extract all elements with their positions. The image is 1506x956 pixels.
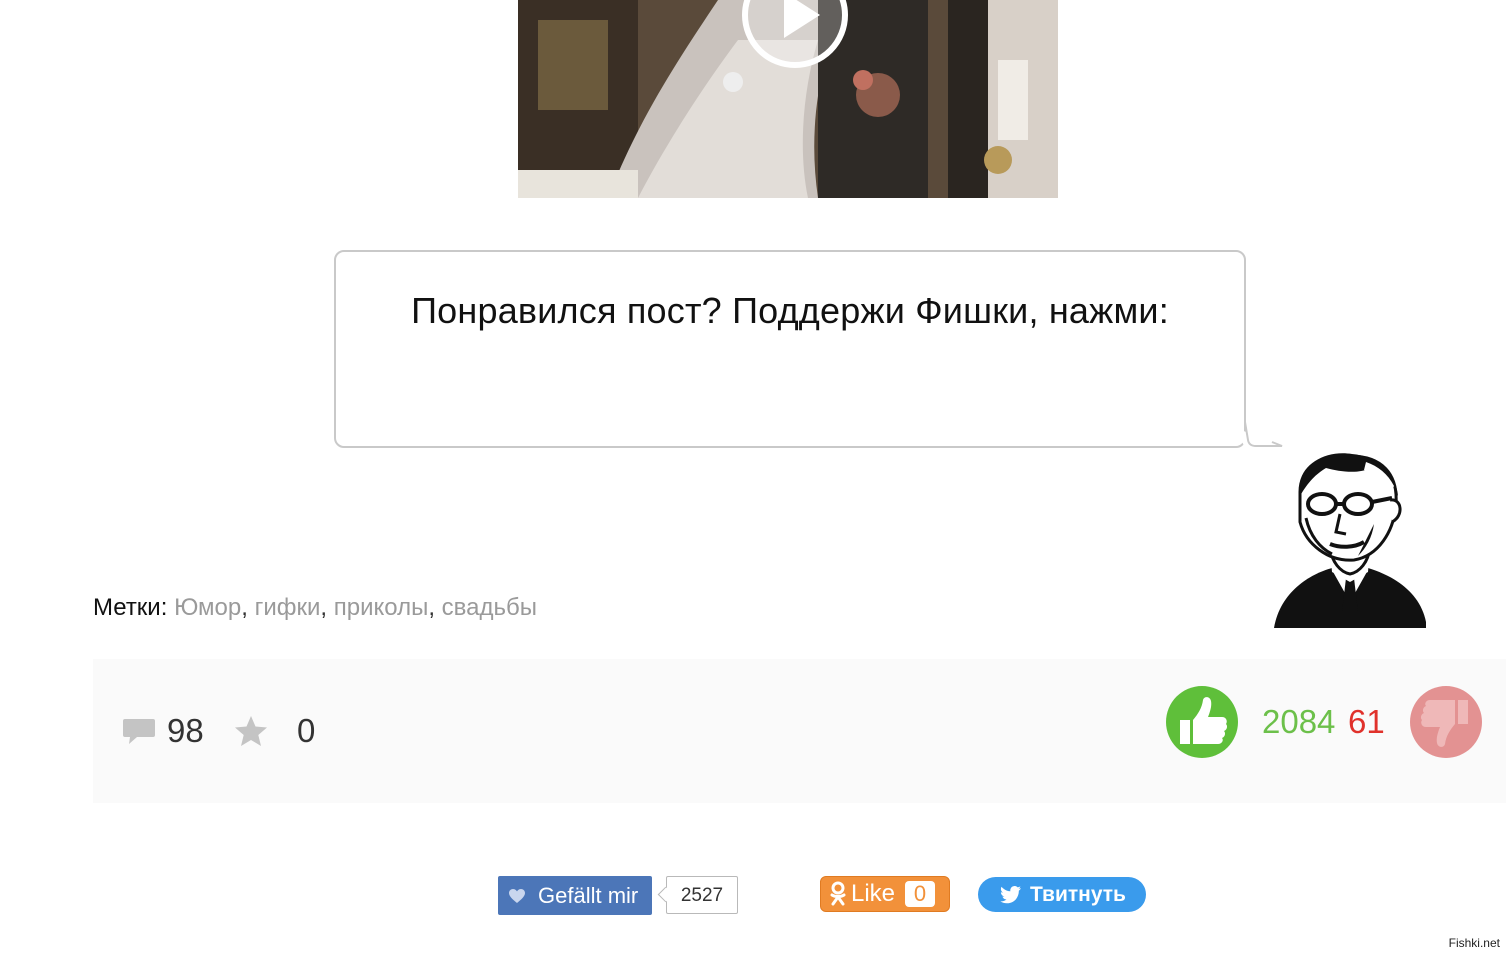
twitter-tweet-button[interactable]: Твитнуть: [978, 877, 1146, 912]
twitter-bird-icon: [1000, 885, 1021, 903]
tag-link-gifs[interactable]: гифки: [255, 594, 321, 621]
thumbs-down-icon: [1420, 700, 1468, 747]
tags-label: Метки:: [93, 594, 168, 621]
comments-count: 98: [167, 712, 204, 749]
comment-bubble-icon: [123, 719, 155, 744]
mascot-portrait-icon: [1274, 453, 1426, 628]
play-icon[interactable]: [740, 0, 850, 70]
tag-link-humor[interactable]: Юмор: [174, 594, 241, 621]
star-icon: [235, 716, 267, 746]
tag-link-jokes[interactable]: приколы: [334, 594, 429, 621]
odnoklassniki-like-button[interactable]: Like 0: [820, 876, 950, 912]
facebook-like-label: Gefällt mir: [538, 882, 639, 908]
odnoklassniki-like-label: Like: [851, 880, 896, 907]
favorites-counter[interactable]: 0: [233, 659, 315, 803]
score-up: 2084: [1262, 703, 1336, 740]
bubble-tail: [1236, 421, 1283, 447]
comments-counter[interactable]: 98: [121, 659, 204, 803]
facebook-like-count: 2527: [666, 876, 738, 914]
vote-down-button[interactable]: [1410, 686, 1482, 758]
video-thumbnail[interactable]: [518, 0, 1058, 198]
watermark: Fishki.net: [1448, 936, 1500, 950]
support-prompt-bubble: Понравился пост? Поддержи Фишки, нажми:: [334, 250, 1246, 448]
twitter-tweet-label: Твитнуть: [1030, 882, 1126, 906]
favorites-count: 0: [297, 712, 316, 749]
vote-up-button[interactable]: [1166, 686, 1238, 758]
thumbs-up-icon: [1180, 697, 1228, 744]
tag-link-weddings[interactable]: свадьбы: [442, 594, 537, 621]
odnoklassniki-like-count: 0: [905, 881, 936, 907]
facebook-like-button[interactable]: Gefällt mir: [498, 876, 652, 915]
heart-icon: [509, 888, 525, 903]
post-tags: Метки: Юмор, гифки, приколы, свадьбы: [93, 594, 538, 621]
score-down: 61: [1348, 703, 1385, 740]
post-stats-bar: 98 0 2084 61: [93, 659, 1506, 803]
support-prompt-text: Понравился пост? Поддержи Фишки, нажми:: [411, 290, 1169, 331]
odnoklassniki-icon: [830, 881, 846, 906]
